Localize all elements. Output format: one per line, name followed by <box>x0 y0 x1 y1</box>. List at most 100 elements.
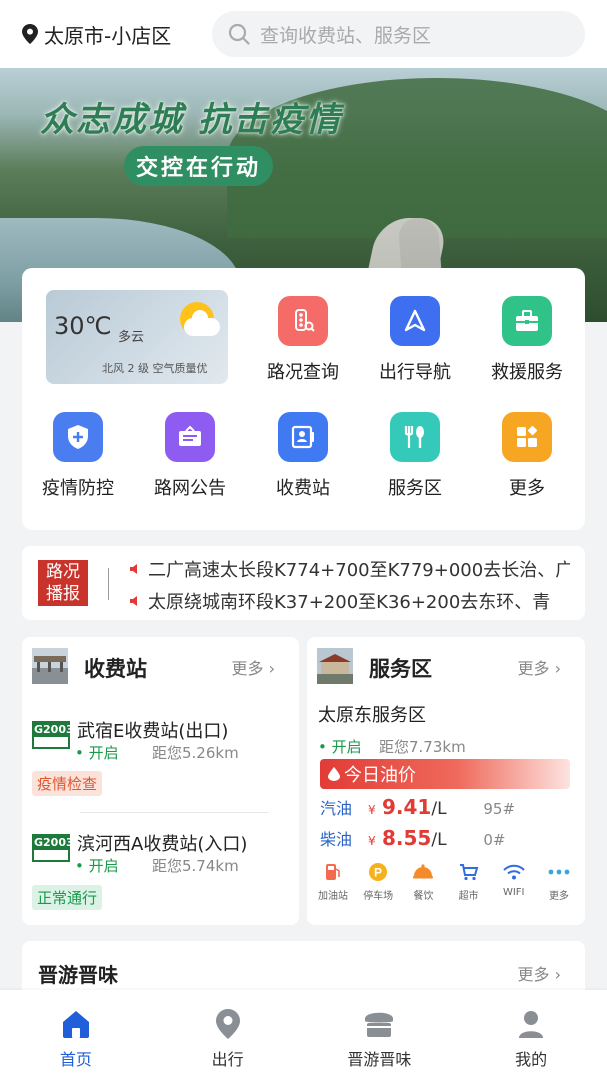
status-tag: 疫情检查 <box>32 771 103 796</box>
parking-icon: P <box>369 863 388 881</box>
quick-item-label: 服务区 <box>388 478 442 499</box>
quick-item-navigation[interactable]: 出行导航 <box>365 296 465 384</box>
oil-price: 9.41 <box>382 795 432 819</box>
facility-fuel[interactable]: 加油站 <box>313 861 353 902</box>
dining-icon <box>413 864 434 879</box>
highway-badge: G2003 <box>32 834 74 862</box>
currency-symbol: ¥ <box>368 834 376 848</box>
tab-mine[interactable]: 我的 <box>455 990 607 1080</box>
facility-label: WIFI <box>502 887 525 898</box>
toll-card-icon <box>278 412 328 462</box>
facility-wifi[interactable]: WIFI <box>494 861 534 902</box>
oil-price-title: 今日油价 <box>344 765 416 786</box>
quick-item-notice[interactable]: 路网公告 <box>140 412 240 500</box>
service-area-status: • 开启 <box>318 738 362 756</box>
facility-parking[interactable]: P 停车场 <box>358 861 398 902</box>
quick-item-more[interactable]: 更多 <box>477 412 577 500</box>
more-link-label: 更多 <box>517 659 550 678</box>
oil-grade: 95# <box>483 800 516 818</box>
notice-board-icon <box>165 412 215 462</box>
news-item[interactable]: 二广高速太长段K774+700至K779+000去长治、广 <box>130 556 570 582</box>
more-link-label: 更多 <box>517 965 550 984</box>
highway-badge-text: G2003 <box>34 723 74 737</box>
search-input[interactable]: 查询收费站、服务区 <box>212 11 585 57</box>
facility-list: 加油站 P 停车场 餐饮 超市 WIFI 更多 <box>313 861 579 902</box>
news-badge-line2: 播报 <box>46 584 80 604</box>
facility-label: 餐饮 <box>413 891 434 902</box>
service-area-name[interactable]: 太原东服务区 <box>318 701 426 727</box>
quick-item-rescue[interactable]: 救援服务 <box>477 296 577 384</box>
news-item[interactable]: 太原绕城南环段K37+200至K36+200去东环、青 <box>130 588 570 614</box>
toll-station-name[interactable]: 滨河西A收费站(入口) <box>77 830 247 856</box>
toll-station-distance: 距您5.26km <box>152 744 239 762</box>
oil-type: 汽油 <box>320 799 353 818</box>
tab-label: 晋游晋味 <box>347 1050 412 1069</box>
highway-badge-text: G2003 <box>34 836 74 850</box>
oil-drop-icon <box>328 767 340 781</box>
service-area-card: 服务区 更多 › 太原东服务区 • 开启 距您7.73km 今日油价 汽油 ¥ … <box>307 637 585 925</box>
facility-label: 更多 <box>548 891 569 902</box>
facility-label: 超市 <box>458 891 479 902</box>
service-area-distance: 距您7.73km <box>379 738 466 756</box>
banner-slogan-sub: 交控在行动 <box>124 146 274 186</box>
quick-item-service[interactable]: 服务区 <box>365 412 465 500</box>
news-item-text: 太原绕城南环段K37+200至K36+200去东环、青 <box>148 592 551 613</box>
toll-station-name[interactable]: 武宿E收费站(出口) <box>77 717 228 743</box>
facility-more[interactable]: 更多 <box>539 861 579 902</box>
news-badge-line1: 路况 <box>46 562 80 582</box>
fork-spoon-icon <box>390 412 440 462</box>
grid-icon <box>502 412 552 462</box>
weather-widget[interactable]: 30℃ 多云 北风 2 级 空气质量优 <box>46 290 228 384</box>
tab-label: 出行 <box>211 1050 244 1069</box>
news-item-text: 二广高速太长段K774+700至K779+000去长治、广 <box>148 560 570 581</box>
wifi-icon <box>503 864 525 880</box>
oil-unit: /L <box>431 830 447 850</box>
highway-badge: G2003 <box>32 721 74 749</box>
bottom-tab-bar: 首页 出行 晋游晋味 我的 <box>0 990 607 1080</box>
quick-item-label: 救援服务 <box>491 362 563 383</box>
quick-item-label: 路网公告 <box>154 478 226 499</box>
more-link[interactable]: 更多 › <box>518 655 562 679</box>
tab-label: 首页 <box>59 1050 92 1069</box>
navigation-icon <box>390 296 440 346</box>
oil-price: 8.55 <box>382 826 432 850</box>
cart-icon <box>459 864 478 881</box>
weather-detail: 北风 2 级 空气质量优 <box>102 362 208 375</box>
more-link[interactable]: 更多 › <box>518 961 562 985</box>
tab-label: 我的 <box>515 1050 548 1069</box>
location-pin-icon <box>215 1009 240 1039</box>
toolbox-icon <box>502 296 552 346</box>
quick-item-traffic[interactable]: 路况查询 <box>253 296 353 384</box>
currency-symbol: ¥ <box>368 803 376 817</box>
toll-station-status: • 开启 <box>75 857 119 875</box>
speaker-icon <box>130 564 137 574</box>
tab-jinyou[interactable]: 晋游晋味 <box>304 990 456 1080</box>
more-link[interactable]: 更多 › <box>232 655 276 679</box>
card-title: 服务区 <box>369 657 432 681</box>
facility-label: 加油站 <box>318 891 348 902</box>
news-divider <box>108 568 109 600</box>
more-dots-icon <box>548 869 570 875</box>
quick-item-label: 收费站 <box>276 478 330 499</box>
top-header: 太原市-小店区 查询收费站、服务区 <box>0 0 607 68</box>
oil-price-row: 汽油 ¥ 9.41 /L 95# <box>320 795 580 821</box>
status-tag: 正常通行 <box>32 885 103 910</box>
quick-item-label: 疫情防控 <box>42 478 114 499</box>
facility-supermarket[interactable]: 超市 <box>449 861 489 902</box>
oil-price-header: 今日油价 <box>320 759 570 789</box>
tab-travel[interactable]: 出行 <box>152 990 304 1080</box>
quick-item-label: 更多 <box>509 478 545 499</box>
facility-dining[interactable]: 餐饮 <box>403 861 443 902</box>
location-selector[interactable]: 太原市-小店区 <box>22 20 202 49</box>
location-text: 太原市-小店区 <box>44 23 172 48</box>
weather-desc: 多云 <box>118 330 145 345</box>
traffic-news-ticker[interactable]: 路况 播报 二广高速太长段K774+700至K779+000去长治、广 太原绕城… <box>22 546 585 620</box>
location-pin-icon <box>22 24 38 44</box>
toll-station-card: 收费站 更多 › G2003 武宿E收费站(出口) • 开启 距您5.26km … <box>22 637 299 925</box>
quick-item-toll[interactable]: 收费站 <box>253 412 353 500</box>
tab-home[interactable]: 首页 <box>0 990 152 1080</box>
news-badge: 路况 播报 <box>38 560 88 606</box>
quick-item-epidemic[interactable]: 疫情防控 <box>28 412 128 500</box>
service-area-thumbnail <box>317 648 353 684</box>
oil-unit: /L <box>431 799 447 819</box>
